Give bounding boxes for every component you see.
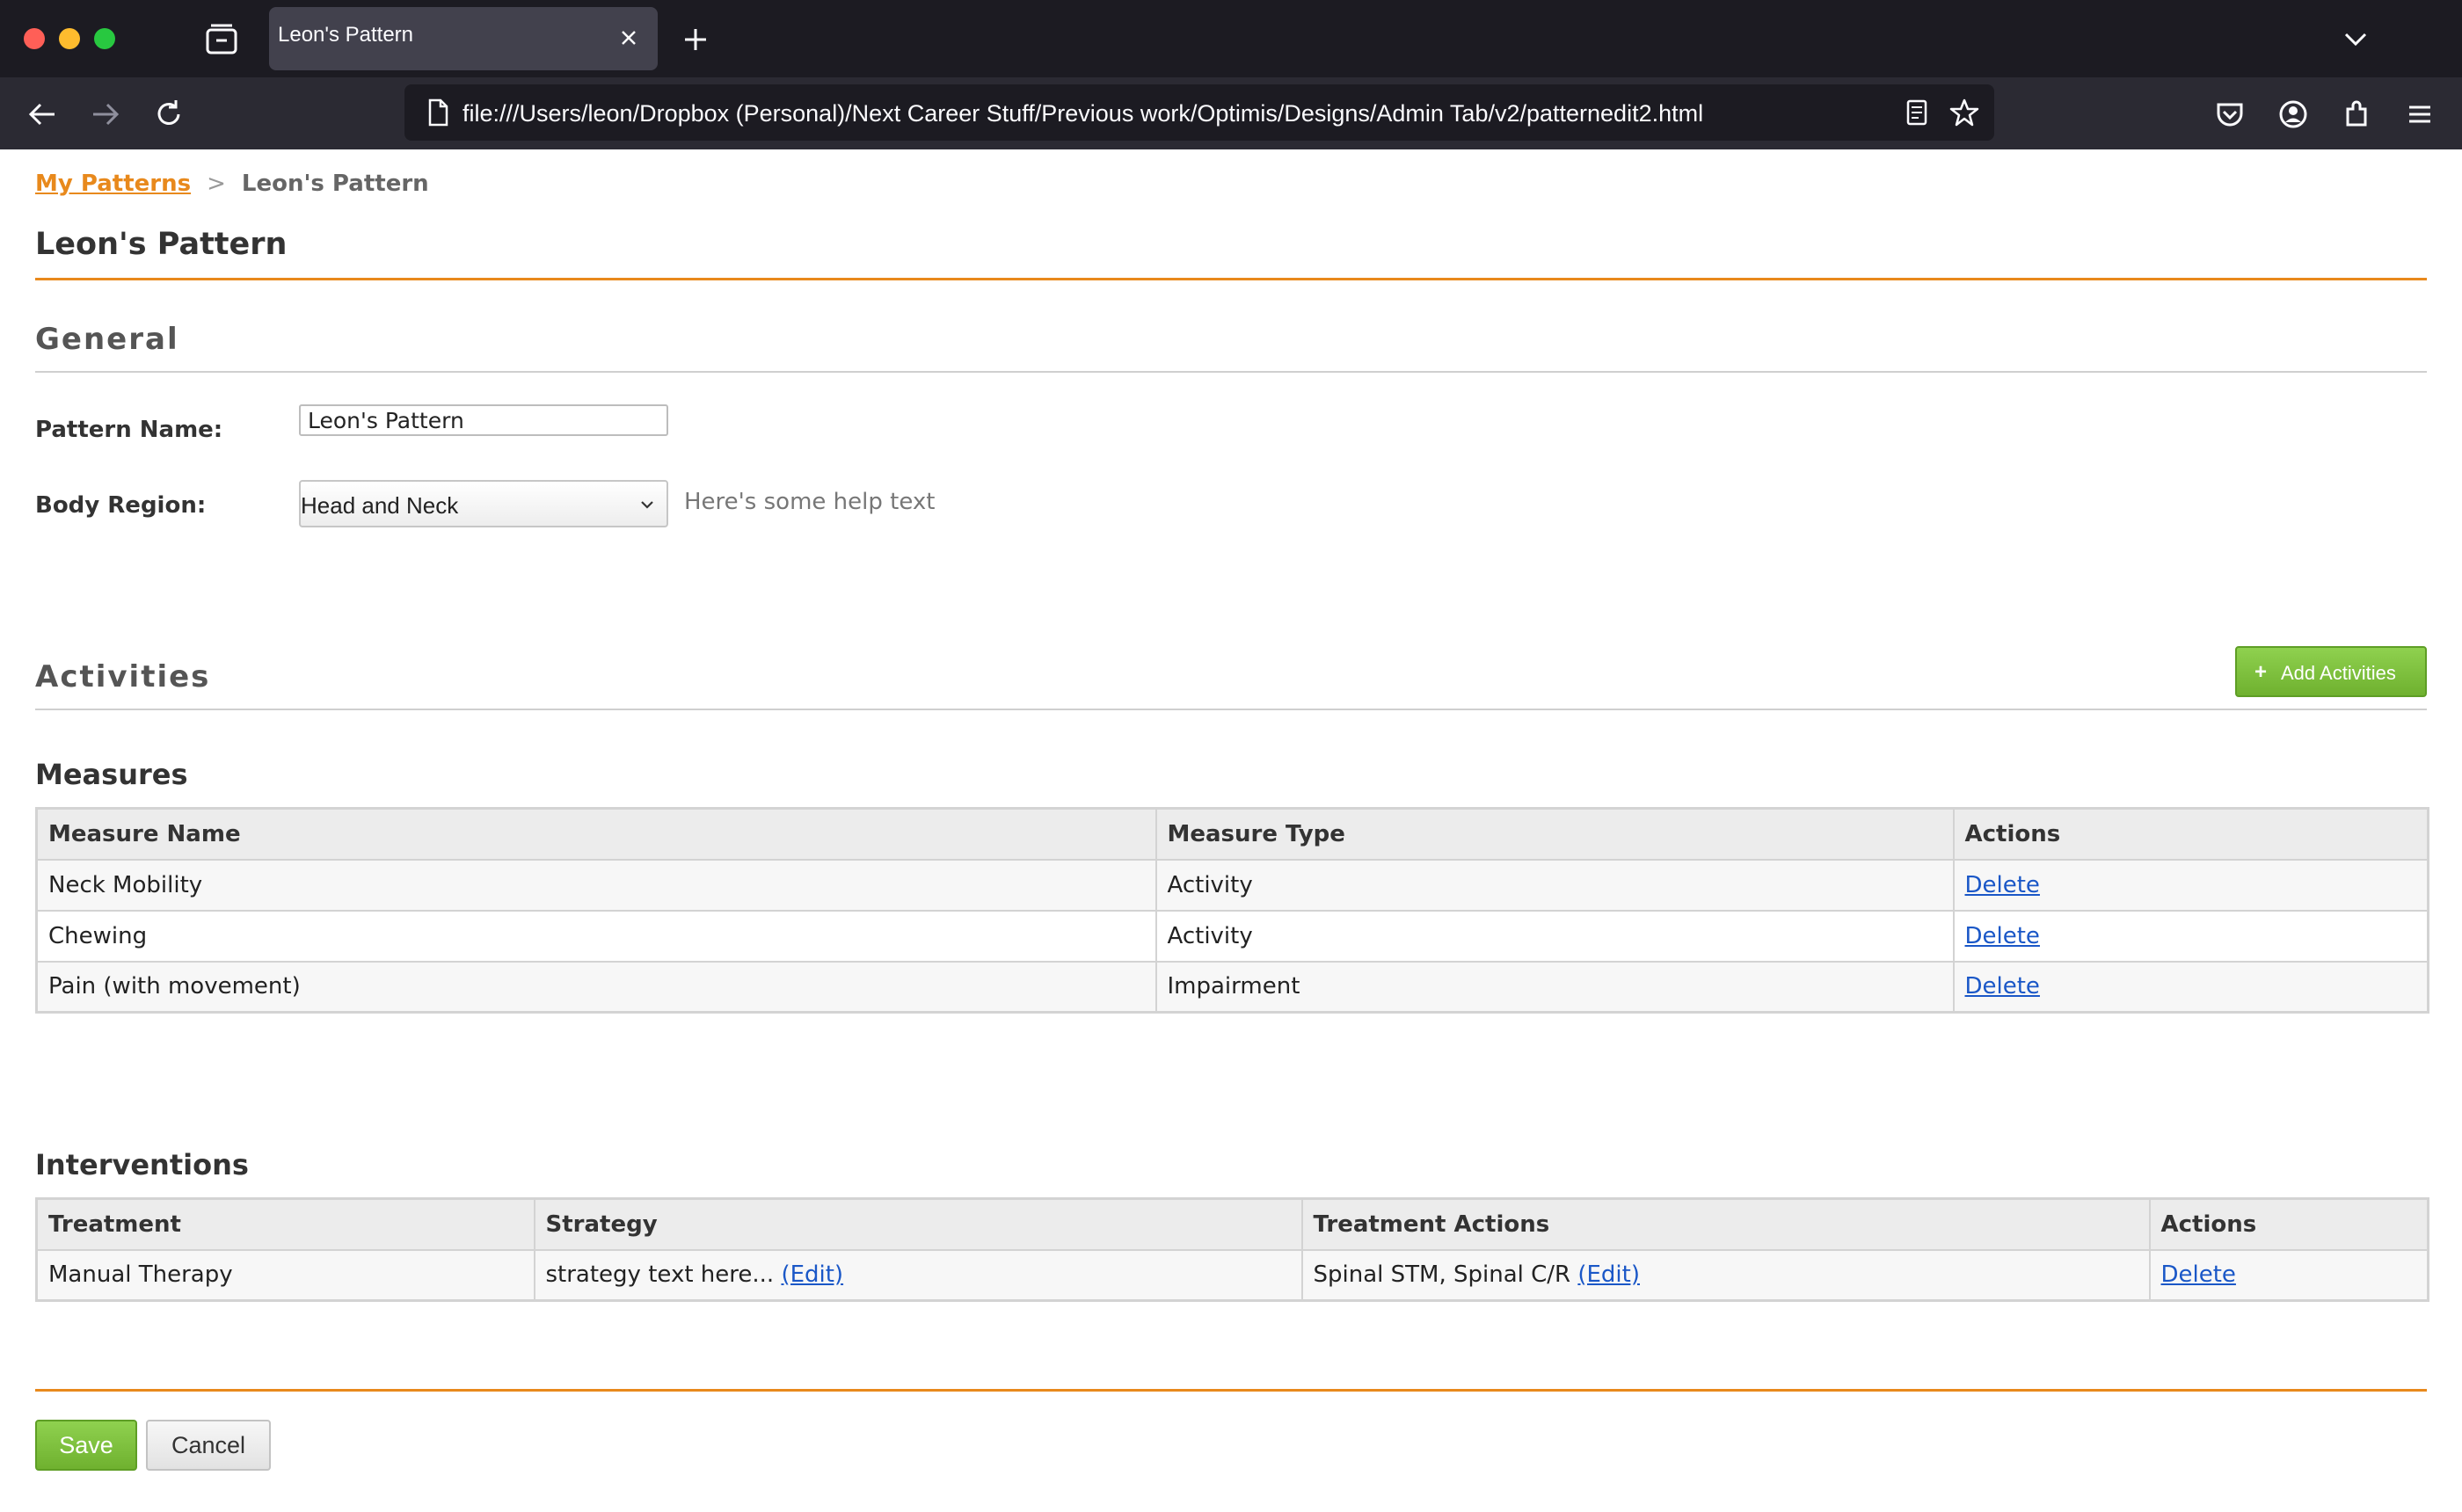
measure-type-cell: Impairment [1155, 960, 1955, 1014]
table-row: Neck Mobility Activity Delete [35, 858, 2429, 912]
general-divider [35, 371, 2427, 373]
tab-overview-icon[interactable] [204, 23, 239, 55]
extensions-icon[interactable] [2339, 97, 2374, 132]
column-header-treatment-actions: Treatment Actions [1300, 1197, 2151, 1251]
page-title: Leon's Pattern [35, 227, 288, 262]
minimize-window-button[interactable] [59, 28, 80, 49]
close-tab-icon[interactable] [616, 25, 642, 51]
footer-divider [35, 1389, 2427, 1392]
column-header-actions: Actions [2148, 1197, 2429, 1251]
cancel-button[interactable]: Cancel [146, 1420, 271, 1471]
measure-name-cell: Neck Mobility [35, 858, 1157, 912]
tab-title: Leon's Pattern [278, 23, 414, 47]
actions-cell: Delete [1952, 960, 2429, 1014]
reader-view-icon[interactable] [1901, 97, 1933, 128]
measure-name-cell: Chewing [35, 909, 1157, 963]
new-tab-icon[interactable] [681, 25, 710, 55]
page-content: My Patterns > Leon's Pattern Leon's Patter… [0, 149, 2462, 1512]
title-divider [35, 278, 2427, 280]
menu-hamburger-icon[interactable] [2402, 97, 2437, 132]
browser-navbar: file:///Users/leon/Dropbox (Personal)/Ne… [0, 77, 2462, 149]
delete-link[interactable]: Delete [1965, 872, 2040, 898]
interventions-table: Treatment Strategy Treatment Actions Act… [35, 1197, 2429, 1302]
breadcrumb: My Patterns > Leon's Pattern [35, 171, 429, 197]
body-region-select[interactable]: Head and Neck [299, 480, 668, 527]
plus-icon: + [2254, 660, 2268, 684]
url-text[interactable]: file:///Users/leon/Dropbox (Personal)/Ne… [463, 100, 1703, 127]
actions-cell: Delete [2148, 1248, 2429, 1302]
table-row: Manual Therapy strategy text here... (Ed… [35, 1248, 2429, 1302]
address-bar[interactable]: file:///Users/leon/Dropbox (Personal)/Ne… [404, 84, 1994, 141]
close-window-button[interactable] [24, 28, 45, 49]
interventions-header-row: Treatment Strategy Treatment Actions Act… [35, 1197, 2429, 1251]
add-activities-label: Add Activities [2281, 662, 2396, 684]
reload-icon[interactable] [151, 97, 186, 132]
column-header-treatment: Treatment [35, 1197, 535, 1251]
strategy-cell: strategy text here... (Edit) [533, 1248, 1303, 1302]
pattern-name-label: Pattern Name: [35, 417, 223, 443]
chevron-down-icon[interactable] [2341, 25, 2371, 55]
body-region-help-text: Here's some help text [684, 489, 936, 515]
general-section-title: General [35, 322, 179, 357]
delete-link[interactable]: Delete [1965, 923, 2040, 949]
browser-titlebar: Leon's Pattern [0, 0, 2462, 77]
page-icon [428, 98, 448, 127]
delete-link[interactable]: Delete [2161, 1261, 2236, 1288]
actions-cell: Delete [1952, 858, 2429, 912]
forward-arrow-icon[interactable] [88, 97, 123, 132]
actions-cell: Delete [1952, 909, 2429, 963]
measure-name-cell: Pain (with movement) [35, 960, 1157, 1014]
measures-header-row: Measure Name Measure Type Actions [35, 807, 2429, 861]
measures-table: Measure Name Measure Type Actions Neck M… [35, 807, 2429, 1014]
chevron-down-icon [641, 501, 653, 509]
edit-strategy-link[interactable]: (Edit) [781, 1261, 843, 1288]
back-arrow-icon[interactable] [25, 97, 60, 132]
maximize-window-button[interactable] [94, 28, 115, 49]
column-header-measure-type: Measure Type [1155, 807, 1955, 861]
save-button[interactable]: Save [35, 1420, 137, 1471]
breadcrumb-current: Leon's Pattern [241, 171, 429, 197]
table-row: Pain (with movement) Impairment Delete [35, 960, 2429, 1014]
activities-divider [35, 709, 2427, 710]
treatment-actions-cell: Spinal STM, Spinal C/R (Edit) [1300, 1248, 2151, 1302]
interventions-title: Interventions [35, 1148, 249, 1181]
body-region-label: Body Region: [35, 492, 207, 519]
measure-type-cell: Activity [1155, 909, 1955, 963]
treatment-cell: Manual Therapy [35, 1248, 535, 1302]
pattern-name-input[interactable] [299, 404, 668, 436]
table-row: Chewing Activity Delete [35, 909, 2429, 963]
edit-treatment-actions-link[interactable]: (Edit) [1577, 1261, 1640, 1288]
treatment-actions-text: Spinal STM, Spinal C/R [1313, 1261, 1571, 1289]
delete-link[interactable]: Delete [1965, 973, 2040, 1000]
add-activities-button[interactable]: + Add Activities [2235, 646, 2427, 697]
breadcrumb-separator: > [207, 171, 226, 197]
column-header-actions: Actions [1952, 807, 2429, 861]
measure-type-cell: Activity [1155, 858, 1955, 912]
breadcrumb-my-patterns-link[interactable]: My Patterns [35, 171, 191, 197]
measures-title: Measures [35, 758, 188, 791]
strategy-text: strategy text here... [545, 1261, 775, 1289]
activities-section-title: Activities [35, 659, 211, 694]
bookmark-star-icon[interactable] [1948, 97, 1980, 128]
body-region-selected-value: Head and Neck [301, 492, 459, 519]
column-header-measure-name: Measure Name [35, 807, 1157, 861]
pocket-icon[interactable] [2212, 97, 2247, 132]
account-icon[interactable] [2276, 97, 2311, 132]
column-header-strategy: Strategy [533, 1197, 1303, 1251]
